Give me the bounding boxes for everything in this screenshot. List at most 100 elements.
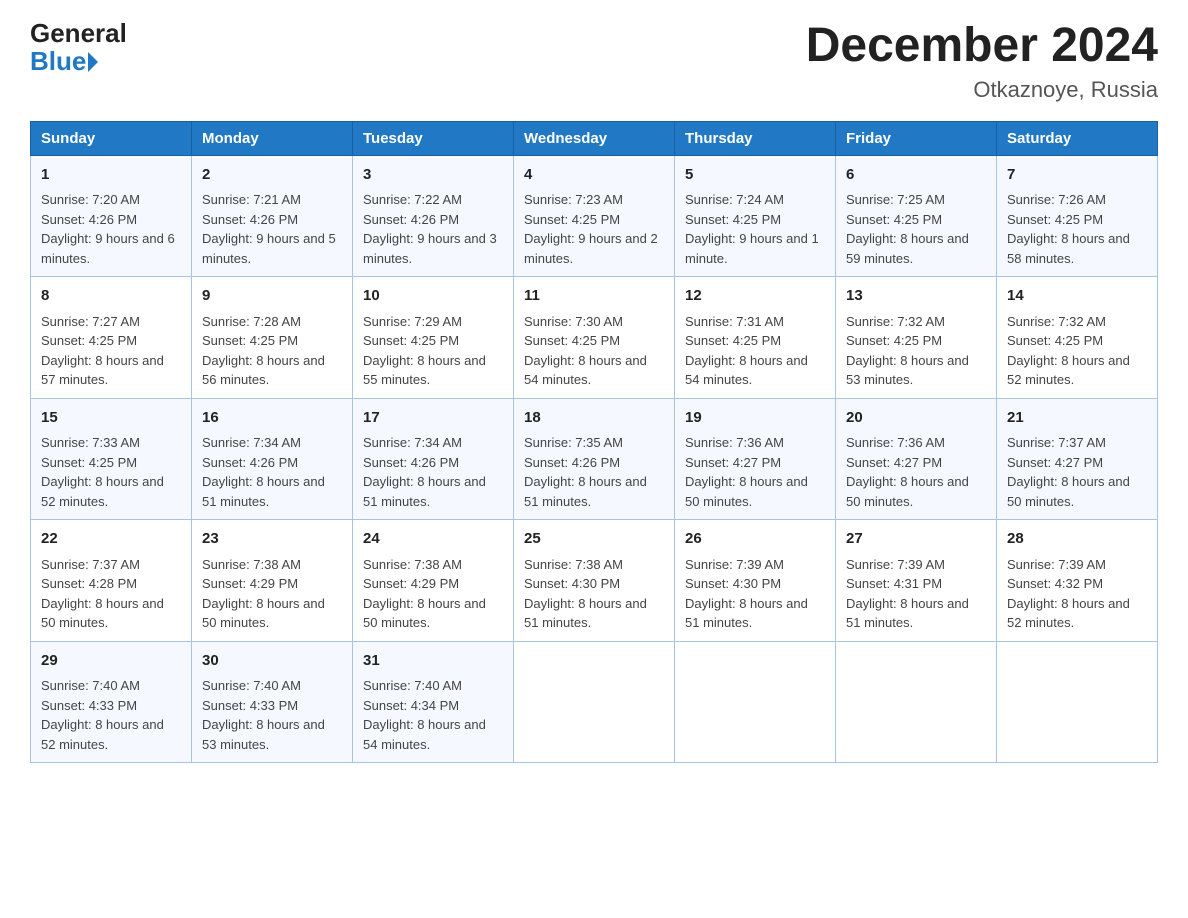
- day-number: 26: [685, 528, 825, 551]
- calendar-cell: 13 Sunrise: 7:32 AMSunset: 4:25 PMDaylig…: [836, 277, 997, 399]
- calendar-cell: 2 Sunrise: 7:21 AMSunset: 4:26 PMDayligh…: [192, 155, 353, 277]
- day-number: 31: [363, 650, 503, 673]
- day-info: Sunrise: 7:39 AMSunset: 4:31 PMDaylight:…: [846, 557, 969, 631]
- day-info: Sunrise: 7:28 AMSunset: 4:25 PMDaylight:…: [202, 314, 325, 388]
- day-info: Sunrise: 7:36 AMSunset: 4:27 PMDaylight:…: [685, 435, 808, 509]
- day-info: Sunrise: 7:39 AMSunset: 4:30 PMDaylight:…: [685, 557, 808, 631]
- logo-general-text: General: [30, 20, 127, 46]
- day-number: 30: [202, 650, 342, 673]
- day-number: 3: [363, 164, 503, 187]
- day-info: Sunrise: 7:34 AMSunset: 4:26 PMDaylight:…: [202, 435, 325, 509]
- day-info: Sunrise: 7:27 AMSunset: 4:25 PMDaylight:…: [41, 314, 164, 388]
- day-number: 13: [846, 285, 986, 308]
- day-info: Sunrise: 7:24 AMSunset: 4:25 PMDaylight:…: [685, 192, 819, 266]
- calendar-cell: 16 Sunrise: 7:34 AMSunset: 4:26 PMDaylig…: [192, 398, 353, 520]
- day-number: 20: [846, 407, 986, 430]
- day-info: Sunrise: 7:36 AMSunset: 4:27 PMDaylight:…: [846, 435, 969, 509]
- day-number: 25: [524, 528, 664, 551]
- day-number: 29: [41, 650, 181, 673]
- day-number: 9: [202, 285, 342, 308]
- calendar-cell: 15 Sunrise: 7:33 AMSunset: 4:25 PMDaylig…: [31, 398, 192, 520]
- day-info: Sunrise: 7:22 AMSunset: 4:26 PMDaylight:…: [363, 192, 497, 266]
- day-number: 21: [1007, 407, 1147, 430]
- day-info: Sunrise: 7:37 AMSunset: 4:27 PMDaylight:…: [1007, 435, 1130, 509]
- col-header-monday: Monday: [192, 121, 353, 155]
- calendar-cell: 4 Sunrise: 7:23 AMSunset: 4:25 PMDayligh…: [514, 155, 675, 277]
- calendar-cell: 1 Sunrise: 7:20 AMSunset: 4:26 PMDayligh…: [31, 155, 192, 277]
- calendar-table: SundayMondayTuesdayWednesdayThursdayFrid…: [30, 121, 1158, 764]
- day-number: 15: [41, 407, 181, 430]
- day-number: 27: [846, 528, 986, 551]
- col-header-wednesday: Wednesday: [514, 121, 675, 155]
- day-info: Sunrise: 7:23 AMSunset: 4:25 PMDaylight:…: [524, 192, 658, 266]
- day-number: 14: [1007, 285, 1147, 308]
- day-info: Sunrise: 7:38 AMSunset: 4:30 PMDaylight:…: [524, 557, 647, 631]
- day-info: Sunrise: 7:31 AMSunset: 4:25 PMDaylight:…: [685, 314, 808, 388]
- col-header-friday: Friday: [836, 121, 997, 155]
- day-info: Sunrise: 7:38 AMSunset: 4:29 PMDaylight:…: [363, 557, 486, 631]
- calendar-cell: 22 Sunrise: 7:37 AMSunset: 4:28 PMDaylig…: [31, 520, 192, 642]
- logo-arrow-icon: [88, 52, 98, 72]
- day-info: Sunrise: 7:32 AMSunset: 4:25 PMDaylight:…: [846, 314, 969, 388]
- calendar-cell: 30 Sunrise: 7:40 AMSunset: 4:33 PMDaylig…: [192, 641, 353, 763]
- logo-blue-text: Blue: [30, 46, 98, 77]
- calendar-cell: 27 Sunrise: 7:39 AMSunset: 4:31 PMDaylig…: [836, 520, 997, 642]
- day-number: 11: [524, 285, 664, 308]
- col-header-thursday: Thursday: [675, 121, 836, 155]
- day-info: Sunrise: 7:21 AMSunset: 4:26 PMDaylight:…: [202, 192, 336, 266]
- day-number: 5: [685, 164, 825, 187]
- calendar-cell: 3 Sunrise: 7:22 AMSunset: 4:26 PMDayligh…: [353, 155, 514, 277]
- calendar-cell: 12 Sunrise: 7:31 AMSunset: 4:25 PMDaylig…: [675, 277, 836, 399]
- day-number: 18: [524, 407, 664, 430]
- day-number: 24: [363, 528, 503, 551]
- calendar-title: December 2024: [806, 20, 1158, 73]
- calendar-cell: [675, 641, 836, 763]
- calendar-cell: 20 Sunrise: 7:36 AMSunset: 4:27 PMDaylig…: [836, 398, 997, 520]
- col-header-tuesday: Tuesday: [353, 121, 514, 155]
- calendar-cell: 5 Sunrise: 7:24 AMSunset: 4:25 PMDayligh…: [675, 155, 836, 277]
- col-header-saturday: Saturday: [997, 121, 1158, 155]
- day-number: 8: [41, 285, 181, 308]
- calendar-cell: 23 Sunrise: 7:38 AMSunset: 4:29 PMDaylig…: [192, 520, 353, 642]
- day-number: 4: [524, 164, 664, 187]
- day-number: 6: [846, 164, 986, 187]
- logo: General Blue: [30, 20, 127, 77]
- day-number: 7: [1007, 164, 1147, 187]
- calendar-cell: 24 Sunrise: 7:38 AMSunset: 4:29 PMDaylig…: [353, 520, 514, 642]
- day-info: Sunrise: 7:25 AMSunset: 4:25 PMDaylight:…: [846, 192, 969, 266]
- day-info: Sunrise: 7:35 AMSunset: 4:26 PMDaylight:…: [524, 435, 647, 509]
- day-info: Sunrise: 7:29 AMSunset: 4:25 PMDaylight:…: [363, 314, 486, 388]
- day-info: Sunrise: 7:40 AMSunset: 4:33 PMDaylight:…: [202, 678, 325, 752]
- title-block: December 2024 Otkaznoye, Russia: [806, 20, 1158, 103]
- calendar-cell: 25 Sunrise: 7:38 AMSunset: 4:30 PMDaylig…: [514, 520, 675, 642]
- calendar-cell: 19 Sunrise: 7:36 AMSunset: 4:27 PMDaylig…: [675, 398, 836, 520]
- calendar-cell: 9 Sunrise: 7:28 AMSunset: 4:25 PMDayligh…: [192, 277, 353, 399]
- calendar-cell: 21 Sunrise: 7:37 AMSunset: 4:27 PMDaylig…: [997, 398, 1158, 520]
- calendar-cell: 8 Sunrise: 7:27 AMSunset: 4:25 PMDayligh…: [31, 277, 192, 399]
- calendar-cell: [997, 641, 1158, 763]
- page-header: General Blue December 2024 Otkaznoye, Ru…: [30, 20, 1158, 103]
- day-info: Sunrise: 7:26 AMSunset: 4:25 PMDaylight:…: [1007, 192, 1130, 266]
- day-number: 28: [1007, 528, 1147, 551]
- day-info: Sunrise: 7:20 AMSunset: 4:26 PMDaylight:…: [41, 192, 175, 266]
- calendar-cell: 28 Sunrise: 7:39 AMSunset: 4:32 PMDaylig…: [997, 520, 1158, 642]
- calendar-cell: [514, 641, 675, 763]
- day-info: Sunrise: 7:33 AMSunset: 4:25 PMDaylight:…: [41, 435, 164, 509]
- calendar-cell: [836, 641, 997, 763]
- calendar-cell: 10 Sunrise: 7:29 AMSunset: 4:25 PMDaylig…: [353, 277, 514, 399]
- calendar-cell: 31 Sunrise: 7:40 AMSunset: 4:34 PMDaylig…: [353, 641, 514, 763]
- day-number: 12: [685, 285, 825, 308]
- day-info: Sunrise: 7:39 AMSunset: 4:32 PMDaylight:…: [1007, 557, 1130, 631]
- calendar-cell: 6 Sunrise: 7:25 AMSunset: 4:25 PMDayligh…: [836, 155, 997, 277]
- calendar-cell: 7 Sunrise: 7:26 AMSunset: 4:25 PMDayligh…: [997, 155, 1158, 277]
- calendar-cell: 11 Sunrise: 7:30 AMSunset: 4:25 PMDaylig…: [514, 277, 675, 399]
- day-number: 22: [41, 528, 181, 551]
- day-number: 23: [202, 528, 342, 551]
- day-number: 19: [685, 407, 825, 430]
- col-header-sunday: Sunday: [31, 121, 192, 155]
- calendar-cell: 14 Sunrise: 7:32 AMSunset: 4:25 PMDaylig…: [997, 277, 1158, 399]
- day-info: Sunrise: 7:30 AMSunset: 4:25 PMDaylight:…: [524, 314, 647, 388]
- day-info: Sunrise: 7:32 AMSunset: 4:25 PMDaylight:…: [1007, 314, 1130, 388]
- day-number: 10: [363, 285, 503, 308]
- calendar-cell: 18 Sunrise: 7:35 AMSunset: 4:26 PMDaylig…: [514, 398, 675, 520]
